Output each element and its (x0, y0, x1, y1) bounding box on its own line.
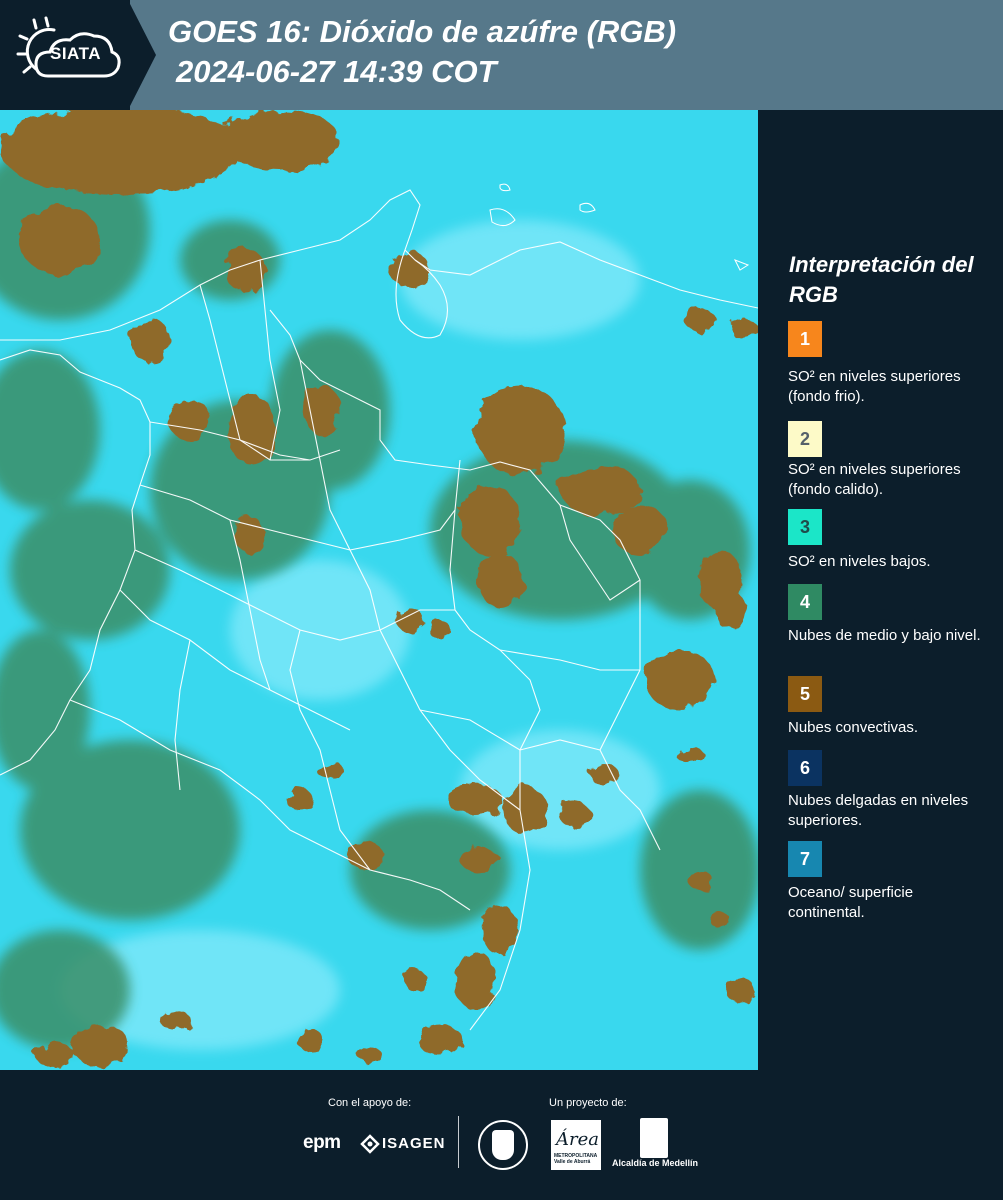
epm-logo[interactable]: epm (303, 1132, 341, 1154)
legend-title: Interpretación del RGB (789, 252, 974, 307)
timestamp-title: 2024-06-27 14:39 COT (176, 54, 497, 89)
logo-arrow (128, 0, 156, 110)
legend-swatch-4: 4 (788, 584, 822, 620)
legend-label-6: Nubes delgadas en niveles superiores. (788, 792, 969, 829)
area-subtitle: METROPOLITANA Valle de Aburrá (554, 1153, 598, 1165)
legend-number: 1 (799, 328, 810, 349)
area-metropolitana-logo[interactable]: Área METROPOLITANA Valle de Aburrá (551, 1120, 601, 1170)
legend-swatch-3: 3 (788, 509, 822, 545)
legend-number: 7 (799, 848, 810, 869)
legend-swatch-1: 1 (788, 321, 822, 357)
legend-label-5: Nubes convectivas. (788, 719, 919, 736)
isagen-logo[interactable]: ISAGEN (382, 1135, 446, 1152)
legend-number: 3 (799, 516, 810, 537)
legend-number: 6 (799, 757, 810, 778)
legend-label-3: SO² en niveles bajos. (788, 553, 931, 570)
seal-shield (492, 1130, 514, 1160)
legend-number: 2 (799, 428, 810, 449)
legend-label-7: Oceano/ superficie continental. (788, 884, 914, 921)
rgb-composite-image (0, 110, 758, 1070)
legend-swatch-2: 2 (788, 421, 822, 457)
rgb-legend-panel: Interpretación del RGB 1 SO² en niveles … (758, 110, 1003, 1070)
footer-divider (458, 1116, 459, 1168)
satellite-map[interactable] (0, 110, 758, 1070)
legend-label-2: SO² en niveles superiores (fondo calido)… (788, 461, 961, 498)
header-bar: SIATA GOES 16: Dióxido de azúfre (RGB) 2… (0, 0, 1003, 110)
siata-logo-text: SIATA (50, 44, 101, 63)
alcaldia-shield-icon (640, 1118, 668, 1158)
legend-label-4: Nubes de medio y bajo nivel. (788, 627, 981, 644)
footer-bar: Con el apoyo de: Un proyecto de: epm ISA… (0, 1070, 1003, 1200)
alcaldia-logo-text[interactable]: Alcaldía de Medellín (612, 1158, 698, 1168)
siata-logo[interactable]: SIATA (0, 0, 130, 110)
medellin-university-seal-icon[interactable] (478, 1120, 528, 1170)
support-label: Con el apoyo de: (328, 1097, 412, 1109)
project-label: Un proyecto de: (549, 1097, 627, 1109)
legend-label-1: SO² en niveles superiores (fondo frio). (788, 368, 961, 405)
legend-swatch-7: 7 (788, 841, 822, 877)
legend-number: 4 (799, 591, 810, 612)
legend-number: 5 (799, 683, 810, 704)
legend-swatch-5: 5 (788, 676, 822, 712)
area-script: Área (556, 1129, 599, 1150)
legend-swatch-6: 6 (788, 750, 822, 786)
product-title: GOES 16: Dióxido de azúfre (RGB) (168, 14, 677, 49)
isagen-mark-icon (360, 1134, 380, 1154)
